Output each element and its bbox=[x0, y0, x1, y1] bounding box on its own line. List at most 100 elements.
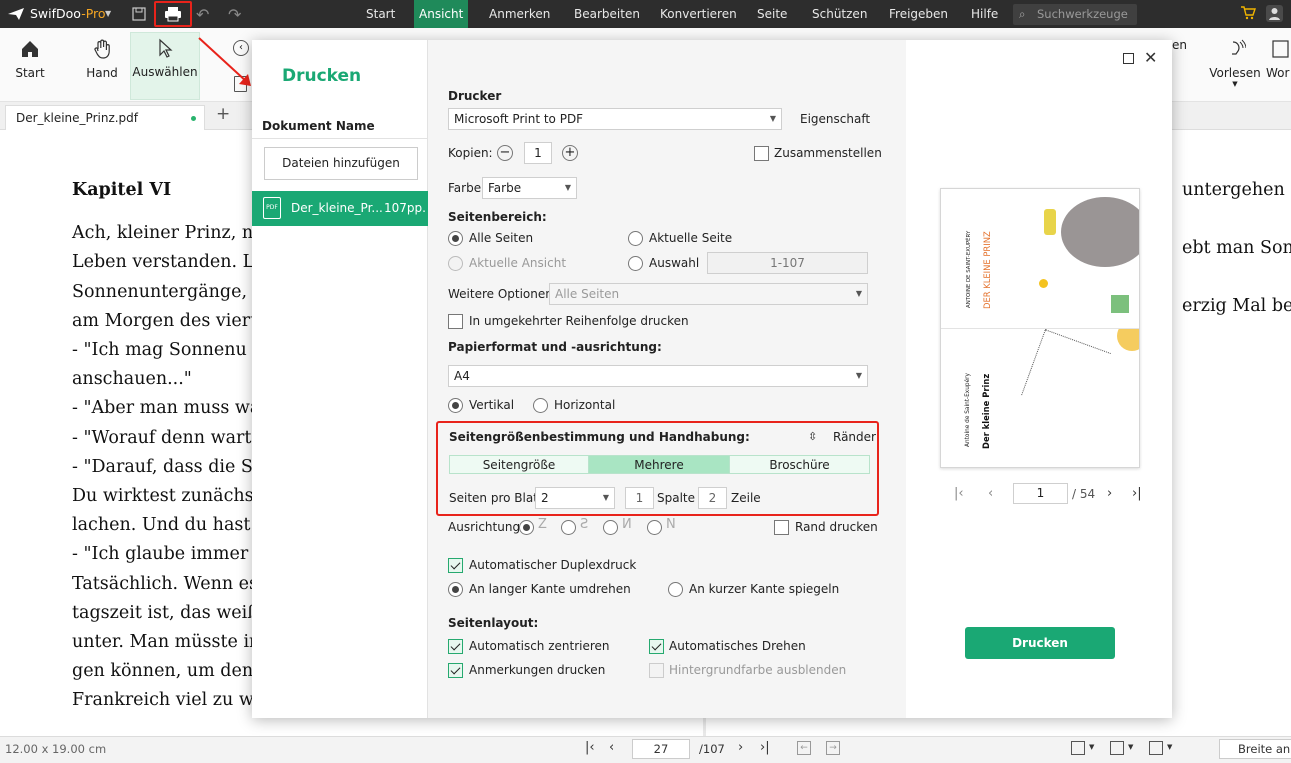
maximize-icon[interactable] bbox=[1123, 53, 1134, 64]
fit-icon[interactable] bbox=[1149, 741, 1163, 755]
next-page-icon[interactable]: › bbox=[738, 740, 743, 755]
print-button[interactable]: Drucken bbox=[965, 627, 1115, 659]
unsaved-dot-icon bbox=[191, 116, 196, 121]
preview-title-top: DER KLEINE PRINZ bbox=[982, 231, 992, 309]
preview-last-page-icon[interactable]: ›| bbox=[1132, 486, 1142, 501]
zoom-select[interactable]: Breite anp bbox=[1219, 739, 1291, 759]
orientation-label: Ausrichtung bbox=[448, 520, 521, 534]
portrait-label: Vertikal bbox=[469, 398, 515, 412]
columns-input[interactable]: 1 bbox=[625, 487, 654, 509]
print-annotations-label: Anmerkungen drucken bbox=[469, 663, 606, 677]
close-icon[interactable]: ✕ bbox=[1144, 48, 1157, 67]
menu-freigeben[interactable]: Freigeben bbox=[881, 0, 956, 28]
save-icon[interactable] bbox=[131, 6, 147, 25]
auto-center-checkbox[interactable] bbox=[448, 639, 463, 654]
menu-start[interactable]: Start bbox=[358, 0, 403, 28]
file-pages: 107pp. bbox=[384, 201, 426, 215]
app-menu-dropdown-icon[interactable]: ▼ bbox=[105, 0, 111, 28]
view-mode-icon[interactable] bbox=[1071, 741, 1085, 755]
auto-rotate-checkbox[interactable] bbox=[649, 639, 664, 654]
short-edge-radio[interactable] bbox=[668, 582, 683, 597]
menu-hilfe[interactable]: Hilfe bbox=[963, 0, 1006, 28]
current-page-input[interactable]: 27 bbox=[632, 739, 690, 759]
printer-select[interactable]: Microsoft Print to PDF ▼ bbox=[448, 108, 782, 130]
current-view-radio[interactable] bbox=[448, 256, 463, 271]
start-button[interactable]: Start bbox=[8, 34, 52, 96]
select-tool-button[interactable]: Auswählen bbox=[130, 32, 200, 100]
selection-label: Auswahl bbox=[649, 256, 700, 270]
preview-title-bottom: Der kleine Prinz bbox=[981, 373, 991, 449]
user-avatar-icon[interactable] bbox=[1266, 5, 1283, 25]
fit-dropdown-icon[interactable]: ▼ bbox=[1167, 743, 1172, 751]
page-range-input[interactable]: 1-107 bbox=[707, 252, 868, 274]
prev-page-icon[interactable]: ‹ bbox=[609, 740, 614, 755]
toolbar-label-en: en bbox=[1172, 38, 1187, 52]
printer-properties-link[interactable]: Eigenschaft bbox=[800, 112, 870, 126]
document-tab[interactable]: Der_kleine_Prinz.pdf bbox=[5, 105, 205, 130]
hand-tool-button[interactable]: Hand bbox=[80, 34, 124, 96]
last-page-icon[interactable]: ›| bbox=[760, 740, 770, 755]
all-pages-radio[interactable] bbox=[448, 231, 463, 246]
color-select[interactable]: Farbe ▼ bbox=[482, 177, 577, 199]
menu-konvertieren[interactable]: Konvertieren bbox=[652, 0, 745, 28]
orientation-s-radio[interactable] bbox=[561, 520, 576, 535]
more-options-select[interactable]: Alle Seiten ▼ bbox=[549, 283, 868, 305]
wor-button[interactable]: Wor bbox=[1266, 34, 1291, 96]
menu-anmerken[interactable]: Anmerken bbox=[481, 0, 558, 28]
read-aloud-button[interactable]: Vorlesen ▼ bbox=[1206, 34, 1264, 96]
reverse-order-checkbox[interactable] bbox=[448, 314, 463, 329]
new-tab-icon[interactable]: + bbox=[216, 104, 230, 124]
preview-prev-page-icon[interactable]: ‹ bbox=[988, 486, 993, 501]
reverse-order-label: In umgekehrter Reihenfolge drucken bbox=[469, 314, 689, 328]
margins-button[interactable]: Ränder bbox=[833, 430, 876, 444]
view-mode-dropdown-icon[interactable]: ▼ bbox=[1089, 743, 1094, 751]
print-border-checkbox[interactable] bbox=[774, 520, 789, 535]
menu-seite[interactable]: Seite bbox=[749, 0, 795, 28]
booklet-segment[interactable]: Broschüre bbox=[729, 455, 870, 474]
columns-label: Spalte bbox=[657, 491, 696, 505]
read-aloud-dropdown-icon[interactable]: ▼ bbox=[1206, 80, 1264, 89]
pages-per-sheet-select[interactable]: 2 ▼ bbox=[535, 487, 615, 509]
menu-schuetzen[interactable]: Schützen bbox=[804, 0, 875, 28]
first-page-icon[interactable]: |‹ bbox=[585, 740, 595, 755]
orientation-z-radio[interactable] bbox=[519, 520, 534, 535]
long-edge-radio[interactable] bbox=[448, 582, 463, 597]
back-view-icon[interactable]: ← bbox=[797, 741, 811, 755]
orientation-reverse-n-radio[interactable] bbox=[647, 520, 662, 535]
orientation-n-radio[interactable] bbox=[603, 520, 618, 535]
decrease-copies-icon[interactable]: − bbox=[497, 145, 513, 161]
selection-radio[interactable] bbox=[628, 256, 643, 271]
menu-ansicht[interactable]: Ansicht bbox=[414, 0, 469, 28]
collate-checkbox[interactable] bbox=[754, 146, 769, 161]
undo-icon[interactable]: ↶ bbox=[196, 5, 209, 24]
file-list-item[interactable]: PDF Der_kleine_Pr... 107pp. bbox=[252, 191, 428, 226]
preview-first-page-icon[interactable]: |‹ bbox=[954, 486, 964, 501]
rows-input[interactable]: 2 bbox=[698, 487, 727, 509]
current-page-radio[interactable] bbox=[628, 231, 643, 246]
portrait-radio[interactable] bbox=[448, 398, 463, 413]
search-tools-input[interactable]: ⌕ Suchwerkzeuge bbox=[1013, 4, 1137, 25]
add-files-button[interactable]: Dateien hinzufügen bbox=[264, 147, 418, 180]
copies-input[interactable]: 1 bbox=[524, 142, 552, 164]
landscape-radio[interactable] bbox=[533, 398, 548, 413]
pages-per-sheet-label: Seiten pro Blatt: bbox=[449, 491, 547, 505]
print-annotations-checkbox[interactable] bbox=[448, 663, 463, 678]
cart-icon[interactable] bbox=[1240, 5, 1256, 24]
forward-view-icon[interactable]: → bbox=[826, 741, 840, 755]
menu-bearbeiten[interactable]: Bearbeiten bbox=[566, 0, 648, 28]
multiple-segment[interactable]: Mehrere bbox=[588, 455, 730, 474]
redo-icon[interactable]: ↷ bbox=[228, 5, 241, 24]
chevron-down-icon: ▼ bbox=[855, 371, 862, 380]
preview-next-page-icon[interactable]: › bbox=[1107, 486, 1112, 501]
preview-page-input[interactable]: 1 bbox=[1013, 483, 1068, 504]
duplex-checkbox[interactable] bbox=[448, 558, 463, 573]
print-icon[interactable] bbox=[154, 1, 192, 27]
page-size-segment[interactable]: Seitengröße bbox=[449, 455, 589, 474]
text-line: untergehen sel bbox=[1182, 180, 1291, 200]
hide-background-checkbox[interactable] bbox=[649, 663, 664, 678]
paper-format-select[interactable]: A4 ▼ bbox=[448, 365, 868, 387]
two-page-icon[interactable] bbox=[1110, 741, 1124, 755]
moon-illustration bbox=[1117, 329, 1139, 351]
two-page-dropdown-icon[interactable]: ▼ bbox=[1128, 743, 1133, 751]
increase-copies-icon[interactable]: + bbox=[562, 145, 578, 161]
